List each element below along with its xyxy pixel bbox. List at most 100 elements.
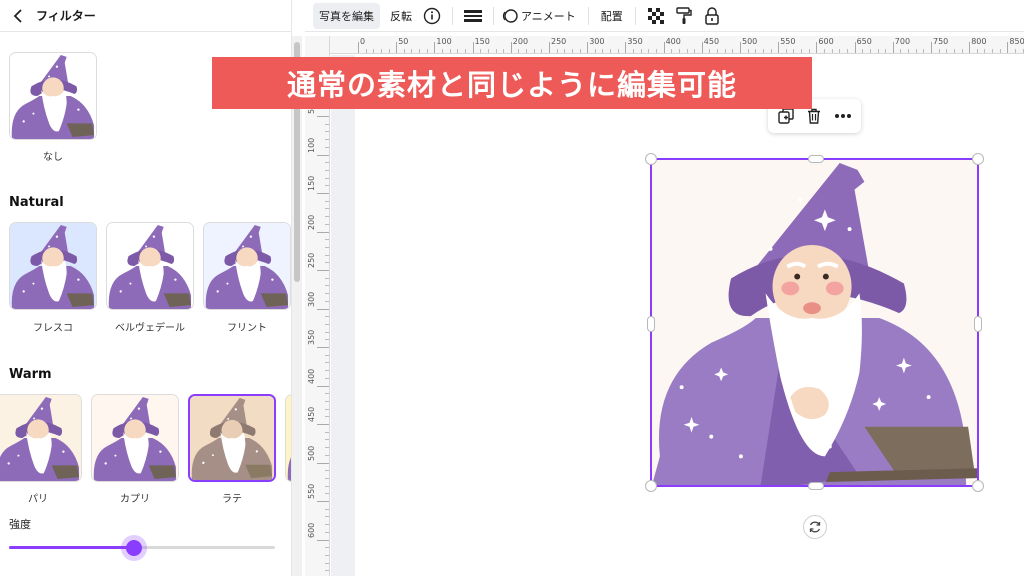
ruler-minor-tick xyxy=(976,49,978,53)
resize-handle-top-right[interactable] xyxy=(972,153,984,165)
ruler-tick xyxy=(816,42,818,53)
ruler-label: 100 xyxy=(307,137,316,153)
more-icon xyxy=(834,114,851,118)
panel-title: フィルター xyxy=(36,9,96,23)
ruler-minor-tick xyxy=(785,49,787,53)
filter-fresco[interactable] xyxy=(9,222,97,310)
panel-scrollbar[interactable] xyxy=(292,36,302,576)
ruler-minor-tick xyxy=(325,131,329,133)
ruler-minor-tick xyxy=(541,49,543,53)
filter-belvedere[interactable] xyxy=(106,222,194,310)
info-icon xyxy=(423,7,441,24)
border-style-button[interactable] xyxy=(459,3,487,29)
wizard-thumbnail xyxy=(10,223,96,309)
resize-handle-left[interactable] xyxy=(647,316,655,332)
ruler-minor-tick xyxy=(403,49,405,53)
ruler-minor-tick xyxy=(480,49,482,53)
ruler-minor-tick xyxy=(380,49,382,53)
ruler-minor-tick xyxy=(325,570,329,572)
resize-handle-top[interactable] xyxy=(808,155,824,163)
ruler-minor-tick xyxy=(518,49,520,53)
ruler-minor-tick xyxy=(831,49,833,53)
copy-style-button[interactable] xyxy=(670,3,698,29)
filter-capri[interactable] xyxy=(91,394,179,482)
animate-button[interactable]: アニメート xyxy=(500,3,582,29)
transparency-button[interactable] xyxy=(642,3,670,29)
ruler-minor-tick xyxy=(325,262,329,264)
ruler-tick xyxy=(472,42,474,53)
filter-paris-label: パリ xyxy=(28,494,48,505)
ruler-label: 450 xyxy=(307,406,316,422)
back-button[interactable] xyxy=(0,0,36,32)
ruler-minor-tick xyxy=(487,49,489,53)
ruler-tick xyxy=(434,42,436,53)
filter-none[interactable] xyxy=(9,52,97,140)
ruler-minor-tick xyxy=(824,49,826,53)
ruler-tick xyxy=(549,42,550,53)
ruler-minor-tick xyxy=(953,49,955,53)
ruler-minor-tick xyxy=(533,49,535,53)
ruler-label: 150 xyxy=(307,175,316,191)
ruler-minor-tick xyxy=(325,447,329,449)
ruler-label: 400 xyxy=(665,37,681,46)
ruler-minor-tick xyxy=(526,49,528,53)
rotate-button[interactable] xyxy=(803,515,827,539)
ruler-minor-tick xyxy=(464,49,466,53)
ruler-minor-tick xyxy=(325,293,329,295)
resize-handle-bottom[interactable] xyxy=(808,482,824,490)
ruler-label: 800 xyxy=(971,37,987,46)
ruler-label: 850 xyxy=(1009,37,1024,46)
filter-latte[interactable] xyxy=(188,394,276,482)
ruler-tick xyxy=(317,462,329,464)
filter-next-partial[interactable] xyxy=(285,394,291,482)
duplicate-icon xyxy=(778,108,794,124)
ruler-minor-tick xyxy=(442,49,444,53)
ruler-minor-tick xyxy=(325,354,329,356)
ruler-minor-tick xyxy=(325,331,329,333)
selected-wizard-image[interactable] xyxy=(645,153,984,492)
lock-button[interactable] xyxy=(698,3,726,29)
ruler-minor-tick xyxy=(325,285,329,287)
ruler-minor-tick xyxy=(325,370,329,372)
ruler-minor-tick xyxy=(325,454,329,456)
filter-paris[interactable] xyxy=(0,394,82,482)
ruler-minor-tick xyxy=(694,49,696,53)
filter-flint[interactable] xyxy=(203,222,291,310)
ruler-minor-tick xyxy=(325,208,329,210)
strength-slider[interactable] xyxy=(9,535,275,561)
ruler-label: 350 xyxy=(307,329,316,345)
ruler-tick xyxy=(1007,42,1009,53)
ruler-minor-tick xyxy=(908,49,910,53)
resize-handle-bottom-left[interactable] xyxy=(645,480,657,492)
ruler-tick xyxy=(317,385,329,387)
ruler-label: 400 xyxy=(307,368,316,384)
ruler-minor-tick xyxy=(325,162,329,164)
ruler-minor-tick xyxy=(686,49,688,53)
ruler-minor-tick xyxy=(862,49,864,53)
ruler-minor-tick xyxy=(325,139,329,141)
ruler-label: 300 xyxy=(307,291,316,307)
flip-button[interactable]: 反転 xyxy=(384,3,418,29)
ruler-minor-tick xyxy=(801,49,803,53)
resize-handle-bottom-right[interactable] xyxy=(972,480,984,492)
ruler-label: 100 xyxy=(436,37,452,46)
ruler-tick xyxy=(854,42,856,53)
ruler-minor-tick xyxy=(839,49,841,53)
section-title-natural: Natural xyxy=(9,195,64,210)
wizard-thumbnail xyxy=(92,395,178,481)
strength-slider-thumb[interactable] xyxy=(121,535,148,561)
ruler-minor-tick xyxy=(325,493,329,495)
ruler-minor-tick xyxy=(325,416,329,418)
ruler-label: 300 xyxy=(589,37,605,46)
ruler-minor-tick xyxy=(999,49,1001,53)
resize-handle-top-left[interactable] xyxy=(645,153,657,165)
info-button[interactable] xyxy=(418,3,446,29)
resize-handle-right[interactable] xyxy=(974,316,982,332)
caption-text: 通常の素材と同じように編集可能 xyxy=(286,68,737,102)
position-button[interactable]: 配置 xyxy=(595,3,629,29)
ruler-minor-tick xyxy=(325,400,329,402)
panel-header: フィルター xyxy=(0,0,291,32)
ruler-minor-tick xyxy=(325,362,329,364)
more-button[interactable] xyxy=(830,103,856,129)
edit-photo-button[interactable]: 写真を編集 xyxy=(313,2,380,29)
